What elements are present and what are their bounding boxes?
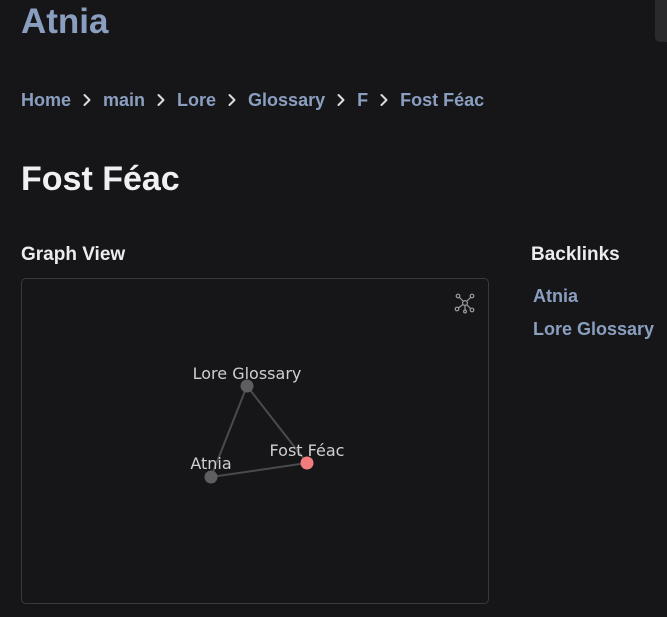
graph-nodes: Lore Glossary Atnia Fost Féac bbox=[190, 364, 344, 484]
breadcrumb-item-glossary[interactable]: Glossary bbox=[248, 90, 325, 111]
breadcrumb-item-f[interactable]: F bbox=[357, 90, 368, 111]
graph-node-label-fost-feac: Fost Féac bbox=[270, 441, 345, 460]
page: Atnia Home main Lore Glossary F Fost Féa… bbox=[0, 0, 667, 617]
graph-canvas[interactable]: Lore Glossary Atnia Fost Féac bbox=[22, 279, 488, 603]
breadcrumb-item-current[interactable]: Fost Féac bbox=[400, 90, 484, 111]
backlinks-list: Atnia Lore Glossary bbox=[533, 284, 654, 350]
breadcrumb-item-main[interactable]: main bbox=[103, 90, 145, 111]
breadcrumb-item-lore[interactable]: Lore bbox=[177, 90, 216, 111]
chevron-right-icon bbox=[368, 88, 400, 112]
breadcrumb-item-home[interactable]: Home bbox=[21, 90, 71, 111]
backlink-item-atnia[interactable]: Atnia bbox=[533, 284, 654, 317]
graph-node-label-atnia: Atnia bbox=[190, 454, 231, 473]
backlink-item-lore-glossary[interactable]: Lore Glossary bbox=[533, 317, 654, 350]
graph-view[interactable]: Lore Glossary Atnia Fost Féac bbox=[21, 278, 489, 604]
chevron-right-icon bbox=[71, 88, 103, 112]
chevron-right-icon bbox=[145, 88, 177, 112]
breadcrumb: Home main Lore Glossary F Fost Féac bbox=[21, 88, 484, 112]
graph-view-heading: Graph View bbox=[21, 244, 126, 265]
corner-tab[interactable] bbox=[655, 0, 667, 42]
chevron-right-icon bbox=[216, 88, 248, 112]
graph-node-label-lore-glossary: Lore Glossary bbox=[193, 364, 302, 383]
chevron-right-icon bbox=[325, 88, 357, 112]
backlinks-heading: Backlinks bbox=[531, 244, 620, 265]
site-title[interactable]: Atnia bbox=[21, 0, 109, 44]
page-title: Fost Féac bbox=[21, 160, 180, 198]
